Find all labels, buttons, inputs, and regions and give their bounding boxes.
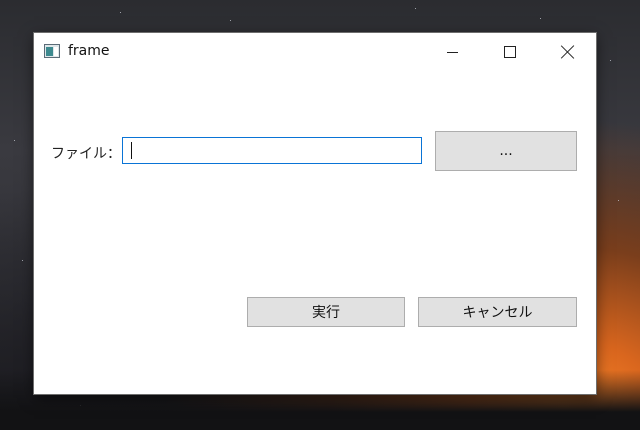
text-caret	[131, 142, 132, 159]
close-icon	[561, 45, 575, 59]
browse-button[interactable]: ...	[435, 131, 577, 171]
run-button[interactable]: 実行	[247, 297, 405, 327]
app-window-icon	[44, 44, 60, 58]
maximize-icon	[504, 46, 516, 58]
close-button[interactable]	[539, 33, 597, 71]
minimize-icon	[446, 51, 458, 53]
file-path-input[interactable]	[122, 137, 422, 164]
maximize-button[interactable]	[481, 33, 539, 71]
file-label: ファイル：	[51, 146, 121, 162]
cancel-button[interactable]: キャンセル	[418, 297, 577, 327]
minimize-button[interactable]	[423, 33, 481, 71]
title-bar[interactable]: frame	[34, 33, 596, 71]
window-title: frame	[68, 43, 110, 59]
app-window: frame ファイル： ... 実行 キャンセル	[34, 33, 596, 394]
